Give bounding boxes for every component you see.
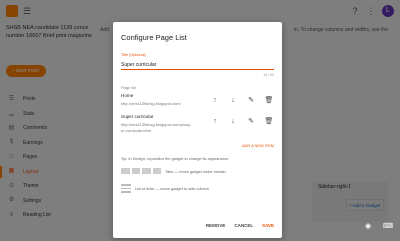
edit-pencil-icon[interactable]: ✎: [246, 96, 256, 106]
list-layout-icon: [121, 183, 131, 193]
delete-trash-icon[interactable]: 🗑: [264, 96, 274, 106]
arrow-up-icon[interactable]: ↑: [210, 117, 220, 127]
dialog-actions: REMOVE CANCEL SAVE: [206, 223, 274, 228]
page-list-item[interactable]: Super curricular http://mrs1139shsg.blog…: [121, 114, 274, 134]
add-new-item-button[interactable]: ADD A NEW ITEM: [242, 143, 274, 148]
tabs-tip-row: Tabs — move gadget under header: [121, 168, 226, 174]
link-url: http://mrs1139shsg.blogspot.com/p/super-…: [121, 122, 191, 133]
tabs-layout-icon: [121, 168, 161, 174]
link-url: http://mrs1139shsg.blogspot.com/: [121, 101, 181, 106]
link-controls: ↑ ↓ ✎ 🗑: [210, 96, 274, 106]
page-list-label: Page list: [121, 85, 137, 90]
eye-icon[interactable]: ◉: [362, 222, 374, 232]
save-button[interactable]: SAVE: [262, 223, 274, 228]
remove-button[interactable]: REMOVE: [206, 223, 226, 228]
edit-pencil-icon[interactable]: ✎: [246, 117, 256, 127]
arrow-down-icon[interactable]: ↓: [228, 117, 238, 127]
dialog-title: Configure Page List: [121, 33, 187, 42]
delete-trash-icon[interactable]: 🗑: [264, 117, 274, 127]
page-list-item[interactable]: Home http://mrs1139shsg.blogspot.com/ ↑ …: [121, 93, 274, 107]
keyboard-icon[interactable]: ⌨: [382, 222, 394, 232]
title-field-label: Title (Optional): [121, 53, 146, 57]
title-field[interactable]: [121, 60, 274, 70]
tabs-tip-text: Tabs — move gadget under header: [165, 168, 226, 174]
configure-page-list-dialog: Configure Page List Title (Optional) 16 …: [113, 22, 282, 238]
links-tip-text: List of links — move gadget to side colu…: [135, 185, 209, 191]
title-char-count: 16 / 50: [263, 73, 274, 77]
link-controls: ↑ ↓ ✎ 🗑: [210, 117, 274, 127]
arrow-down-icon[interactable]: ↓: [228, 96, 238, 106]
bottom-toolbar: ◉ ⌨: [362, 222, 394, 232]
cancel-button[interactable]: CANCEL: [234, 223, 253, 228]
arrow-up-icon[interactable]: ↑: [210, 96, 220, 106]
design-tip: Tip: In Design, reposition the gadget to…: [121, 156, 230, 161]
links-tip-row: List of links — move gadget to side colu…: [121, 183, 209, 193]
